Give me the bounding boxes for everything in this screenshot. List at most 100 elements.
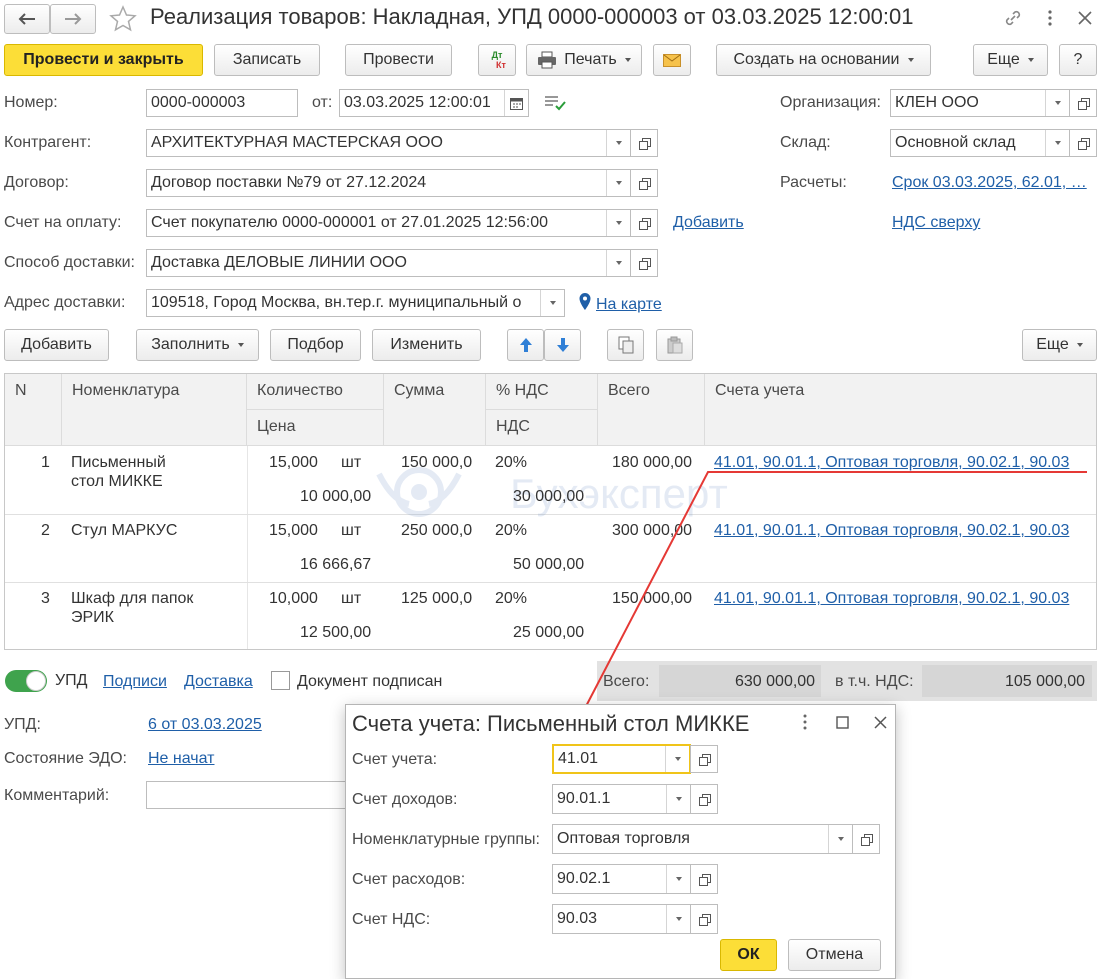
- vat-account-value: 90.03: [557, 910, 598, 927]
- fill-button[interactable]: Заполнить: [136, 329, 259, 361]
- contractor-field[interactable]: АРХИТЕКТУРНАЯ МАСТЕРСКАЯ ООО: [146, 129, 631, 157]
- create-based-on-button[interactable]: Создать на основании: [716, 44, 931, 76]
- warehouse-field[interactable]: Основной склад: [890, 129, 1070, 157]
- accounts-dialog[interactable]: Счета учета: Письменный стол МИККЕ Счет …: [345, 704, 896, 979]
- header-vat-rate[interactable]: % НДС: [486, 374, 598, 410]
- dropdown-icon[interactable]: [606, 170, 630, 196]
- price: 10 000,00: [300, 488, 372, 505]
- date-field[interactable]: 03.03.2025 12:00:01: [339, 89, 529, 117]
- header-accounts[interactable]: Счета учета: [705, 374, 1096, 446]
- open-organization-button[interactable]: [1069, 89, 1097, 117]
- open-account-button[interactable]: [690, 745, 718, 773]
- more-vertical-icon[interactable]: [799, 713, 811, 731]
- open-vat-account-button[interactable]: [690, 904, 718, 934]
- add-row-button[interactable]: Добавить: [4, 329, 109, 361]
- invoice-field[interactable]: Счет покупателю 0000-000001 от 27.01.202…: [146, 209, 631, 237]
- back-button[interactable]: [4, 4, 50, 34]
- save-button[interactable]: Записать: [214, 44, 320, 76]
- post-button[interactable]: Провести: [345, 44, 452, 76]
- close-icon[interactable]: [1076, 9, 1094, 27]
- open-expense-button[interactable]: [690, 864, 718, 894]
- header-vat[interactable]: НДС: [486, 410, 598, 446]
- delivery-link[interactable]: Доставка: [184, 673, 253, 691]
- edo-status-link[interactable]: Не начат: [148, 750, 215, 768]
- dropdown-icon[interactable]: [1045, 90, 1069, 116]
- star-icon[interactable]: [108, 4, 138, 34]
- dropdown-icon[interactable]: [828, 825, 852, 853]
- dropdown-icon[interactable]: [1045, 130, 1069, 156]
- vat-account-field[interactable]: 90.03: [552, 904, 691, 934]
- link-icon[interactable]: [1003, 8, 1023, 28]
- maximize-icon[interactable]: [836, 716, 849, 729]
- email-button[interactable]: [653, 44, 691, 76]
- on-map-link[interactable]: На карте: [596, 296, 662, 314]
- move-down-button[interactable]: [544, 329, 581, 361]
- copy-button[interactable]: [607, 329, 644, 361]
- forward-button[interactable]: [50, 4, 96, 34]
- open-income-button[interactable]: [690, 784, 718, 814]
- accounts-link[interactable]: 41.01, 90.01.1, Оптовая торговля, 90.02.…: [714, 454, 1069, 472]
- dropdown-icon[interactable]: [666, 785, 690, 813]
- sum: 250 000,0: [401, 522, 473, 539]
- invoice-add-link[interactable]: Добавить: [673, 214, 744, 232]
- contract-field[interactable]: Договор поставки №79 от 27.12.2024: [146, 169, 631, 197]
- price: 16 666,67: [300, 556, 372, 573]
- calendar-icon[interactable]: [504, 90, 528, 116]
- delivery-method-field[interactable]: Доставка ДЕЛОВЫЕ ЛИНИИ ООО: [146, 249, 631, 277]
- open-contractor-button[interactable]: [630, 129, 658, 157]
- dropdown-icon[interactable]: [666, 865, 690, 893]
- number-field[interactable]: 0000-000003: [146, 89, 298, 117]
- open-warehouse-button[interactable]: [1069, 129, 1097, 157]
- header-total[interactable]: Всего: [598, 374, 705, 446]
- document-check-icon[interactable]: [544, 94, 566, 112]
- open-groups-button[interactable]: [852, 824, 880, 854]
- dropdown-icon[interactable]: [606, 250, 630, 276]
- header-item[interactable]: Номенклатура: [62, 374, 247, 446]
- account-field[interactable]: 41.01: [552, 744, 691, 774]
- help-button[interactable]: ?: [1059, 44, 1097, 76]
- open-delivery-method-button[interactable]: [630, 249, 658, 277]
- upd-link[interactable]: 6 от 03.03.2025: [148, 716, 262, 734]
- dropdown-icon[interactable]: [606, 210, 630, 236]
- window-title: Реализация товаров: Накладная, УПД 0000-…: [150, 4, 914, 29]
- dropdown-icon[interactable]: [540, 290, 564, 316]
- more-vertical-icon[interactable]: [1043, 8, 1057, 28]
- delivery-address-field[interactable]: 109518, Город Москва, вн.тер.г. муниципа…: [146, 289, 565, 317]
- organization-field[interactable]: КЛЕН ООО: [890, 89, 1070, 117]
- cancel-button[interactable]: Отмена: [788, 939, 881, 971]
- accounts-link[interactable]: 41.01, 90.01.1, Оптовая торговля, 90.02.…: [714, 590, 1069, 608]
- settlements-label: Расчеты:: [780, 174, 847, 191]
- vat-mode-link[interactable]: НДС сверху: [892, 214, 980, 232]
- move-up-button[interactable]: [507, 329, 544, 361]
- paste-button[interactable]: [656, 329, 693, 361]
- accounts-link[interactable]: 41.01, 90.01.1, Оптовая торговля, 90.02.…: [714, 522, 1069, 540]
- change-button[interactable]: Изменить: [372, 329, 481, 361]
- header-n[interactable]: N: [5, 374, 62, 446]
- upd-toggle[interactable]: [5, 670, 47, 692]
- settlements-link[interactable]: Срок 03.03.2025, 62.01, …: [892, 174, 1087, 192]
- comment-field[interactable]: [146, 781, 351, 809]
- dropdown-icon[interactable]: [665, 746, 689, 772]
- open-contract-button[interactable]: [630, 169, 658, 197]
- dropdown-icon[interactable]: [666, 905, 690, 933]
- table-more-button[interactable]: Еще: [1022, 329, 1097, 361]
- income-field[interactable]: 90.01.1: [552, 784, 691, 814]
- print-button[interactable]: Печать: [526, 44, 642, 76]
- header-sum[interactable]: Сумма: [384, 374, 486, 446]
- groups-field[interactable]: Оптовая торговля: [552, 824, 853, 854]
- close-icon[interactable]: [873, 715, 888, 730]
- dt-kt-button[interactable]: Дт Кт: [478, 44, 516, 76]
- signatures-link[interactable]: Подписи: [103, 673, 167, 691]
- open-invoice-button[interactable]: [630, 209, 658, 237]
- post-and-close-button[interactable]: Провести и закрыть: [4, 44, 203, 76]
- ok-button[interactable]: ОК: [720, 939, 777, 971]
- pick-button[interactable]: Подбор: [270, 329, 361, 361]
- header-price[interactable]: Цена: [247, 410, 384, 446]
- map-pin-icon[interactable]: [578, 292, 592, 312]
- more-button[interactable]: Еще: [973, 44, 1048, 76]
- dropdown-icon[interactable]: [606, 130, 630, 156]
- expense-field[interactable]: 90.02.1: [552, 864, 691, 894]
- signed-checkbox[interactable]: [271, 671, 290, 690]
- header-qty[interactable]: Количество: [247, 374, 384, 410]
- goods-table[interactable]: N Номенклатура Количество Цена Сумма % Н…: [4, 373, 1097, 650]
